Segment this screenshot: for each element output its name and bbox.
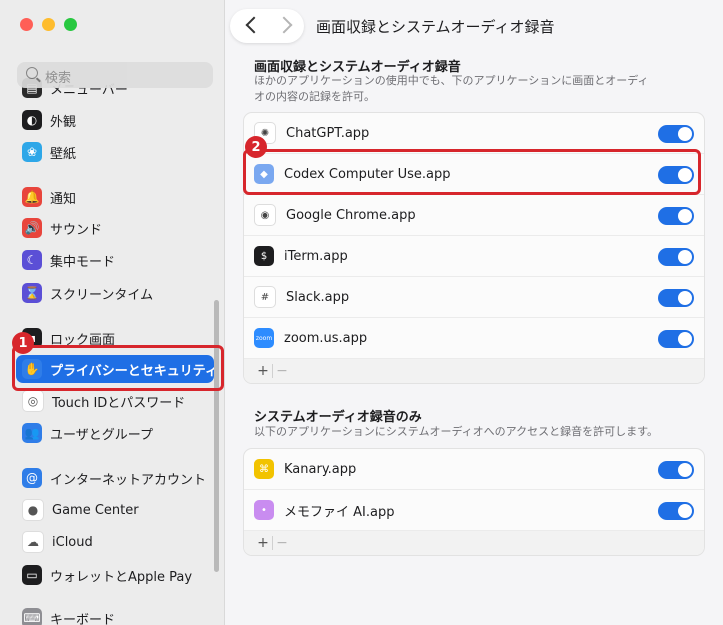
close-window-button[interactable] <box>20 18 33 31</box>
audio-section-description: 以下のアプリケーションにシステムオーディオへのアクセスと録音を許可します。 <box>254 425 659 438</box>
sidebar-item-screen-time[interactable]: ⌛ スクリーンタイム <box>16 279 214 307</box>
screen-section-description: ほかのアプリケーションの使用中でも、下のアプリケーションに画面とオーディオの内容… <box>254 74 649 103</box>
app-row: ◉ Google Chrome.app <box>244 195 704 236</box>
remove-audio-app-button[interactable]: − <box>273 535 291 551</box>
sidebar-item-sound[interactable]: 🔊 サウンド <box>16 214 214 242</box>
search-icon <box>26 67 38 79</box>
app-permission-toggle[interactable] <box>658 289 694 307</box>
internet-accounts-icon: @ <box>22 468 42 488</box>
sidebar-item-label: スクリーンタイム <box>50 287 154 303</box>
game-center-icon: ● <box>22 499 44 521</box>
sidebar-item-appearance[interactable]: ◐ 外観 <box>16 106 214 134</box>
sidebar-item-label: サウンド <box>50 222 103 238</box>
annotation-badge-2: 2 <box>245 136 267 158</box>
keyboard-icon: ⌨ <box>22 608 42 625</box>
app-permission-toggle[interactable] <box>658 502 694 520</box>
chrome-icon: ◉ <box>254 204 276 226</box>
app-row: ✺ ChatGPT.app <box>244 113 704 154</box>
screen-list-footer: + − <box>244 359 704 383</box>
audio-apps-list: ⌘ Kanary.app • メモファイ AI.app + − <box>243 448 705 556</box>
zoom-window-button[interactable] <box>64 18 77 31</box>
kanary-icon: ⌘ <box>254 459 274 479</box>
slack-icon: # <box>254 286 276 308</box>
toggle-knob <box>678 291 692 305</box>
app-row: zoom zoom.us.app <box>244 318 704 359</box>
sidebar-scrollbar[interactable] <box>214 300 219 572</box>
app-row: ⌘ Kanary.app <box>244 449 704 490</box>
search-placeholder: 検索 <box>45 71 72 86</box>
sidebar-item-game-center[interactable]: ● Game Center <box>16 496 214 524</box>
appearance-icon: ◐ <box>22 110 42 130</box>
highlight-box-codex <box>243 149 701 195</box>
sidebar-item-label: キーボード <box>50 612 116 625</box>
remove-app-button[interactable]: − <box>273 363 291 379</box>
app-permission-toggle[interactable] <box>658 207 694 225</box>
audio-list-footer: + − <box>244 531 704 555</box>
app-permission-toggle[interactable] <box>658 330 694 348</box>
add-app-button[interactable]: + <box>254 363 272 379</box>
sidebar-item-label: 通知 <box>50 191 77 207</box>
app-name: Slack.app <box>286 289 350 305</box>
app-row: # Slack.app <box>244 277 704 318</box>
toggle-knob <box>678 463 692 477</box>
back-chevron-icon[interactable] <box>245 16 263 34</box>
app-name: Kanary.app <box>284 461 357 477</box>
toggle-knob <box>678 332 692 346</box>
sidebar-item-label: iCloud <box>52 534 93 550</box>
toggle-knob <box>678 209 692 223</box>
sidebar-item-keyboard[interactable]: ⌨ キーボード <box>16 604 214 625</box>
memofy-icon: • <box>254 500 274 520</box>
app-permission-toggle[interactable] <box>658 461 694 479</box>
sidebar-item-notifications[interactable]: 🔔 通知 <box>16 183 214 211</box>
sidebar-item-internet-accounts[interactable]: @ インターネットアカウント <box>16 464 214 492</box>
focus-icon: ☾ <box>22 250 42 270</box>
sidebar-item-icloud[interactable]: ☁ iCloud <box>16 528 214 556</box>
toggle-knob <box>678 504 692 518</box>
sidebar-item-label: ユーザとグループ <box>50 427 153 443</box>
sidebar-item-label: ウォレットとApple Pay <box>50 569 193 585</box>
iterm-icon: $ <box>254 246 274 266</box>
forward-chevron-icon[interactable] <box>275 16 293 34</box>
app-name: zoom.us.app <box>284 330 368 346</box>
app-permission-toggle[interactable] <box>658 248 694 266</box>
wallet-icon: ▭ <box>22 565 42 585</box>
screen-time-icon: ⌛ <box>22 283 42 303</box>
toggle-knob <box>678 250 692 264</box>
wallpaper-icon: ❀ <box>22 142 42 162</box>
sidebar-item-users[interactable]: 👥 ユーザとグループ <box>16 419 214 447</box>
navigation-buttons <box>230 9 304 43</box>
app-name: iTerm.app <box>284 248 348 264</box>
sidebar: 検索 ▤メニューバー◐外観❀壁紙🔔通知🔊サウンド☾集中モード⌛スクリーンタイム▪… <box>0 0 225 625</box>
app-row: • メモファイ AI.app <box>244 490 704 531</box>
notifications-icon: 🔔 <box>22 187 42 207</box>
sidebar-item-label: Game Center <box>52 502 139 518</box>
sidebar-item-focus[interactable]: ☾ 集中モード <box>16 246 214 274</box>
search-field[interactable]: 検索 <box>17 62 213 88</box>
app-permission-toggle[interactable] <box>658 125 694 143</box>
sidebar-item-label: 集中モード <box>50 254 116 270</box>
app-name: Google Chrome.app <box>286 207 416 223</box>
sidebar-item-label: インターネットアカウント <box>50 472 207 488</box>
zoom-icon: zoom <box>254 328 274 348</box>
annotation-badge-1: 1 <box>12 332 34 354</box>
window-title: 画面収録とシステムオーディオ録音 <box>316 18 555 36</box>
sidebar-item-wallpaper[interactable]: ❀ 壁紙 <box>16 138 214 166</box>
toggle-knob <box>678 127 692 141</box>
sidebar-item-touch-id[interactable]: ◎ Touch IDとパスワード <box>16 387 214 415</box>
sidebar-item-wallet[interactable]: ▭ ウォレットとApple Pay <box>16 561 214 589</box>
app-name: ChatGPT.app <box>286 125 370 141</box>
app-row: $ iTerm.app <box>244 236 704 277</box>
sidebar-item-label: Touch IDとパスワード <box>52 395 186 411</box>
users-icon: 👥 <box>22 423 42 443</box>
highlight-box-privacy <box>12 345 224 391</box>
sidebar-item-label: 壁紙 <box>50 146 77 162</box>
app-name: メモファイ AI.app <box>284 504 395 520</box>
audio-section-title: システムオーディオ録音のみ <box>254 410 422 425</box>
sidebar-item-label: 外観 <box>50 114 77 130</box>
minimize-window-button[interactable] <box>42 18 55 31</box>
touch-id-icon: ◎ <box>22 390 44 412</box>
add-audio-app-button[interactable]: + <box>254 535 272 551</box>
sound-icon: 🔊 <box>22 218 42 238</box>
icloud-icon: ☁ <box>22 531 44 553</box>
